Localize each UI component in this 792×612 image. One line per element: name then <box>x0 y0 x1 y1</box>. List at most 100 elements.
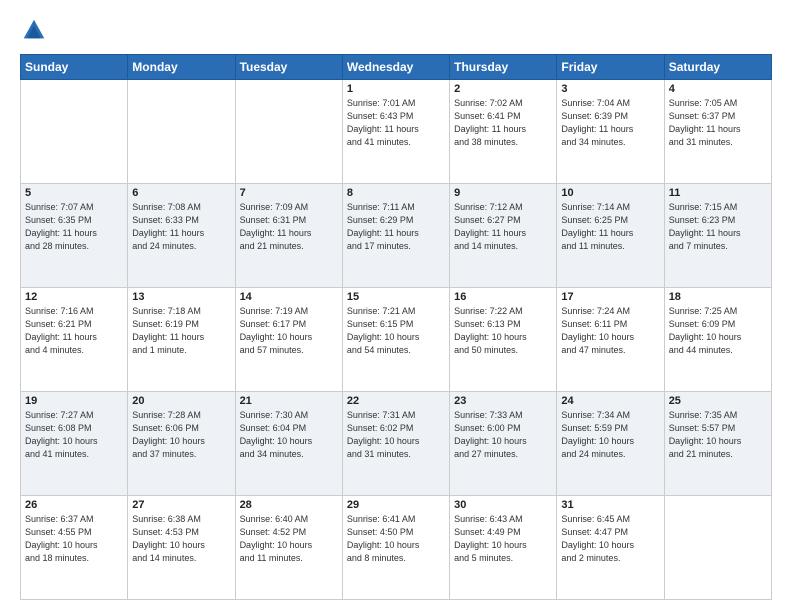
day-number: 17 <box>561 291 659 303</box>
calendar-cell: 31 Sunrise: 6:45 AM Sunset: 4:47 PM Dayli… <box>557 496 664 600</box>
calendar-cell: 27 Sunrise: 6:38 AM Sunset: 4:53 PM Dayli… <box>128 496 235 600</box>
calendar-cell <box>21 80 128 184</box>
day-number: 29 <box>347 499 445 511</box>
day-info: Sunrise: 7:25 AM Sunset: 6:09 PM Dayligh… <box>669 305 767 357</box>
day-info: Sunrise: 6:40 AM Sunset: 4:52 PM Dayligh… <box>240 513 338 565</box>
calendar-day-header: Friday <box>557 55 664 80</box>
calendar-cell: 17 Sunrise: 7:24 AM Sunset: 6:11 PM Dayli… <box>557 288 664 392</box>
calendar-week-row: 5 Sunrise: 7:07 AM Sunset: 6:35 PM Daylig… <box>21 184 772 288</box>
day-info: Sunrise: 7:12 AM Sunset: 6:27 PM Dayligh… <box>454 201 552 253</box>
day-number: 30 <box>454 499 552 511</box>
calendar-cell: 6Sunrise: 7:08 AM Sunset: 6:33 PM Daylig… <box>128 184 235 288</box>
day-info: Sunrise: 7:01 AM Sunset: 6:43 PM Dayligh… <box>347 97 445 149</box>
day-info: Sunrise: 6:41 AM Sunset: 4:50 PM Dayligh… <box>347 513 445 565</box>
calendar-cell: 3Sunrise: 7:04 AM Sunset: 6:39 PM Daylig… <box>557 80 664 184</box>
page: SundayMondayTuesdayWednesdayThursdayFrid… <box>0 0 792 612</box>
day-number: 22 <box>347 395 445 407</box>
day-number: 28 <box>240 499 338 511</box>
calendar-table: SundayMondayTuesdayWednesdayThursdayFrid… <box>20 54 772 600</box>
calendar-week-row: 26 Sunrise: 6:37 AM Sunset: 4:55 PM Dayli… <box>21 496 772 600</box>
day-info: Sunrise: 6:37 AM Sunset: 4:55 PM Dayligh… <box>25 513 123 565</box>
day-info: Sunrise: 7:15 AM Sunset: 6:23 PM Dayligh… <box>669 201 767 253</box>
day-info: Sunrise: 7:22 AM Sunset: 6:13 PM Dayligh… <box>454 305 552 357</box>
day-info: Sunrise: 7:16 AM Sunset: 6:21 PM Dayligh… <box>25 305 123 357</box>
calendar-cell: 14 Sunrise: 7:19 AM Sunset: 6:17 PM Dayli… <box>235 288 342 392</box>
day-number: 4 <box>669 83 767 95</box>
day-number: 8 <box>347 187 445 199</box>
day-number: 19 <box>25 395 123 407</box>
day-info: Sunrise: 6:38 AM Sunset: 4:53 PM Dayligh… <box>132 513 230 565</box>
day-number: 11 <box>669 187 767 199</box>
calendar-day-header: Monday <box>128 55 235 80</box>
day-number: 27 <box>132 499 230 511</box>
calendar-cell: 1 Sunrise: 7:01 AM Sunset: 6:43 PM Daylig… <box>342 80 449 184</box>
calendar-week-row: 12 Sunrise: 7:16 AM Sunset: 6:21 PM Dayli… <box>21 288 772 392</box>
day-info: Sunrise: 6:45 AM Sunset: 4:47 PM Dayligh… <box>561 513 659 565</box>
day-info: Sunrise: 7:33 AM Sunset: 6:00 PM Dayligh… <box>454 409 552 461</box>
logo-icon <box>20 16 48 44</box>
day-number: 18 <box>669 291 767 303</box>
day-number: 5 <box>25 187 123 199</box>
calendar-cell: 11 Sunrise: 7:15 AM Sunset: 6:23 PM Dayli… <box>664 184 771 288</box>
day-number: 12 <box>25 291 123 303</box>
day-number: 20 <box>132 395 230 407</box>
day-info: Sunrise: 7:34 AM Sunset: 5:59 PM Dayligh… <box>561 409 659 461</box>
calendar-cell: 26 Sunrise: 6:37 AM Sunset: 4:55 PM Dayli… <box>21 496 128 600</box>
day-info: Sunrise: 7:11 AM Sunset: 6:29 PM Dayligh… <box>347 201 445 253</box>
calendar-cell <box>664 496 771 600</box>
day-info: Sunrise: 7:18 AM Sunset: 6:19 PM Dayligh… <box>132 305 230 357</box>
calendar-cell: 29 Sunrise: 6:41 AM Sunset: 4:50 PM Dayli… <box>342 496 449 600</box>
day-info: Sunrise: 7:07 AM Sunset: 6:35 PM Dayligh… <box>25 201 123 253</box>
calendar-cell: 23 Sunrise: 7:33 AM Sunset: 6:00 PM Dayli… <box>450 392 557 496</box>
calendar-cell: 2Sunrise: 7:02 AM Sunset: 6:41 PM Daylig… <box>450 80 557 184</box>
calendar-day-header: Saturday <box>664 55 771 80</box>
day-info: Sunrise: 7:24 AM Sunset: 6:11 PM Dayligh… <box>561 305 659 357</box>
day-number: 9 <box>454 187 552 199</box>
day-number: 14 <box>240 291 338 303</box>
day-number: 24 <box>561 395 659 407</box>
day-info: Sunrise: 7:08 AM Sunset: 6:33 PM Dayligh… <box>132 201 230 253</box>
calendar-cell: 9 Sunrise: 7:12 AM Sunset: 6:27 PM Daylig… <box>450 184 557 288</box>
calendar-cell: 15Sunrise: 7:21 AM Sunset: 6:15 PM Dayli… <box>342 288 449 392</box>
calendar-cell: 30Sunrise: 6:43 AM Sunset: 4:49 PM Dayli… <box>450 496 557 600</box>
calendar-cell <box>235 80 342 184</box>
calendar-cell: 7 Sunrise: 7:09 AM Sunset: 6:31 PM Daylig… <box>235 184 342 288</box>
calendar-cell: 13 Sunrise: 7:18 AM Sunset: 6:19 PM Dayli… <box>128 288 235 392</box>
calendar-cell: 22 Sunrise: 7:31 AM Sunset: 6:02 PM Dayli… <box>342 392 449 496</box>
day-number: 23 <box>454 395 552 407</box>
header <box>20 16 772 44</box>
calendar-day-header: Thursday <box>450 55 557 80</box>
day-number: 16 <box>454 291 552 303</box>
day-number: 15 <box>347 291 445 303</box>
day-info: Sunrise: 7:27 AM Sunset: 6:08 PM Dayligh… <box>25 409 123 461</box>
day-info: Sunrise: 7:31 AM Sunset: 6:02 PM Dayligh… <box>347 409 445 461</box>
day-number: 25 <box>669 395 767 407</box>
calendar-week-row: 19 Sunrise: 7:27 AM Sunset: 6:08 PM Dayli… <box>21 392 772 496</box>
day-number: 26 <box>25 499 123 511</box>
day-number: 1 <box>347 83 445 95</box>
calendar-cell <box>128 80 235 184</box>
calendar-cell: 24 Sunrise: 7:34 AM Sunset: 5:59 PM Dayli… <box>557 392 664 496</box>
day-number: 13 <box>132 291 230 303</box>
day-info: Sunrise: 7:14 AM Sunset: 6:25 PM Dayligh… <box>561 201 659 253</box>
day-number: 3 <box>561 83 659 95</box>
calendar-cell: 16 Sunrise: 7:22 AM Sunset: 6:13 PM Dayli… <box>450 288 557 392</box>
calendar-cell: 20Sunrise: 7:28 AM Sunset: 6:06 PM Dayli… <box>128 392 235 496</box>
calendar-cell: 19 Sunrise: 7:27 AM Sunset: 6:08 PM Dayli… <box>21 392 128 496</box>
day-info: Sunrise: 7:30 AM Sunset: 6:04 PM Dayligh… <box>240 409 338 461</box>
calendar-cell: 4Sunrise: 7:05 AM Sunset: 6:37 PM Daylig… <box>664 80 771 184</box>
calendar-cell: 18 Sunrise: 7:25 AM Sunset: 6:09 PM Dayli… <box>664 288 771 392</box>
calendar-cell: 21 Sunrise: 7:30 AM Sunset: 6:04 PM Dayli… <box>235 392 342 496</box>
day-info: Sunrise: 7:09 AM Sunset: 6:31 PM Dayligh… <box>240 201 338 253</box>
day-number: 2 <box>454 83 552 95</box>
calendar-week-row: 1 Sunrise: 7:01 AM Sunset: 6:43 PM Daylig… <box>21 80 772 184</box>
day-number: 31 <box>561 499 659 511</box>
logo <box>20 16 52 44</box>
calendar-cell: 28 Sunrise: 6:40 AM Sunset: 4:52 PM Dayli… <box>235 496 342 600</box>
day-number: 7 <box>240 187 338 199</box>
calendar-day-header: Wednesday <box>342 55 449 80</box>
day-info: Sunrise: 7:35 AM Sunset: 5:57 PM Dayligh… <box>669 409 767 461</box>
day-number: 21 <box>240 395 338 407</box>
calendar-cell: 5 Sunrise: 7:07 AM Sunset: 6:35 PM Daylig… <box>21 184 128 288</box>
day-info: Sunrise: 7:19 AM Sunset: 6:17 PM Dayligh… <box>240 305 338 357</box>
